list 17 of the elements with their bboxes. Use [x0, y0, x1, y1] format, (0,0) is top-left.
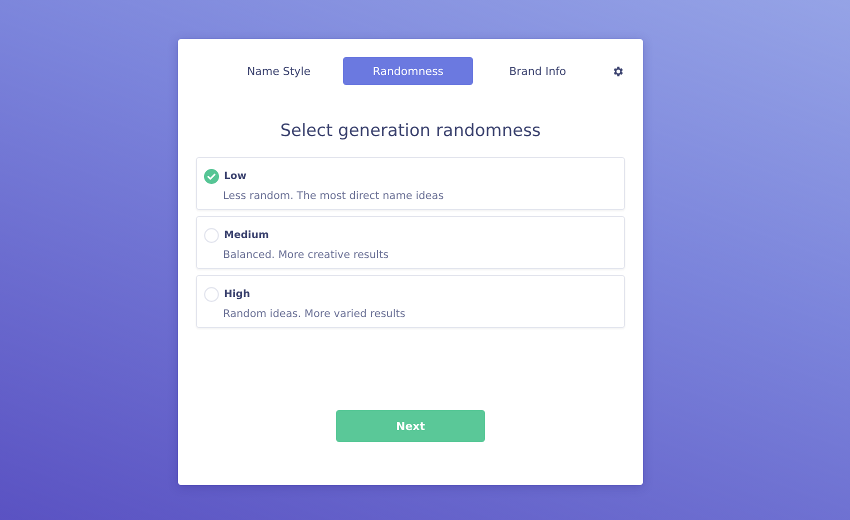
radio-button[interactable]: [204, 228, 219, 242]
radio-button[interactable]: [204, 286, 219, 302]
option-title: High: [224, 288, 250, 300]
tab[interactable]: Brand Info: [472, 57, 602, 85]
settings-icon[interactable]: [612, 64, 626, 78]
tab[interactable]: Name Style: [214, 57, 344, 85]
option-description: Random ideas. More varied results: [223, 308, 406, 320]
check-icon[interactable]: [204, 168, 219, 184]
option-title: Medium: [224, 230, 269, 240]
option-card[interactable]: High Random ideas. More varied results: [196, 275, 625, 328]
tab[interactable]: Randomness: [343, 57, 473, 85]
option-description: Balanced. More creative results: [223, 249, 390, 261]
heading: Select generation randomness: [279, 121, 542, 141]
option-title: Low: [224, 170, 246, 182]
option-description: Less random. The most direct name ideas: [223, 190, 445, 202]
option-card[interactable]: Medium Balanced. More creative results: [196, 216, 625, 269]
option-card[interactable]: Low Less random. The most direct name ideas: [196, 157, 625, 210]
